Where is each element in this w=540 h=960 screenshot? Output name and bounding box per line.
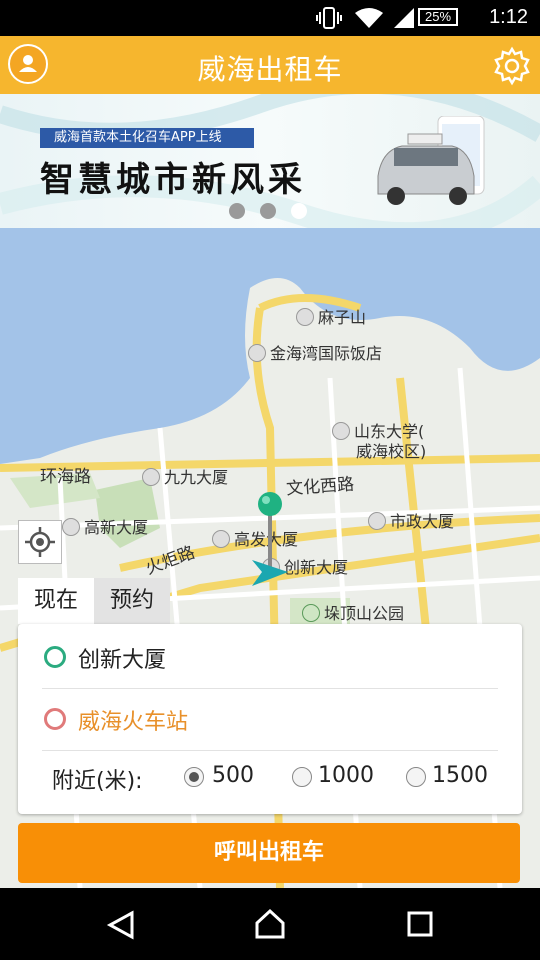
tab-reserve[interactable]: 预约 [94,578,170,624]
poi-icon [212,530,230,548]
battery-indicator: 25% [418,8,458,26]
taxi-car-illustration [377,116,485,205]
tab-now[interactable]: 现在 [18,578,94,624]
carousel-dot-2[interactable] [260,203,276,219]
road-label: 环海路 [40,467,91,487]
map-place-label: 九九大厦 [142,464,228,488]
radius-500-label[interactable]: 500 [212,763,254,788]
destination-row[interactable]: 威海火车站 [42,688,498,751]
poi-icon [368,512,386,530]
poi-icon [332,422,350,440]
radius-1000-label[interactable]: 1000 [318,763,374,788]
map-place-label: 垛顶山公园 [302,600,404,624]
map-place-label: 高新大厦 [62,514,148,538]
trip-panel: 创新大厦 威海火车站 附近(米): 500 1000 1500 [18,624,522,814]
destination-marker-icon [44,708,66,730]
banner-tagline: 威海首款本土化召车APP上线 [40,128,254,148]
origin-marker-icon [44,646,66,668]
page-title: 威海出租车 [197,53,343,86]
poi-icon [296,308,314,326]
radius-1000-radio[interactable] [292,767,312,787]
ride-time-tabs: 现在 预约 [18,578,170,624]
radius-label: 附近(米): [52,769,143,794]
vibrate-icon [316,6,342,34]
map-place-label: 市政大厦 [368,508,454,532]
back-icon[interactable] [106,910,136,940]
recents-icon[interactable] [406,910,434,938]
origin-row[interactable]: 创新大厦 [42,626,498,689]
clock: 1:12 [489,6,528,28]
carousel-dot-1[interactable] [229,203,245,219]
home-icon[interactable] [254,908,286,940]
radius-row: 附近(米): 500 1000 1500 [42,756,498,806]
status-bar: 25% 1:12 [0,0,540,36]
promo-banner[interactable]: 威海首款本土化召车APP上线 智慧城市新风采 [0,94,540,229]
signal-icon [392,6,416,34]
origin-field[interactable]: 创新大厦 [78,642,166,674]
crosshair-icon [25,527,55,557]
carousel-dot-3-active[interactable] [291,203,307,219]
radius-1500-label[interactable]: 1500 [432,763,488,788]
app-header: 威海出租车 [0,36,540,94]
system-nav-bar [0,888,540,960]
direction-arrow-icon [252,560,288,586]
map-place-label: 金海湾国际饭店 [248,340,382,364]
radius-1500-radio[interactable] [406,767,426,787]
locate-me-button[interactable] [18,520,62,564]
destination-field[interactable]: 威海火车站 [78,704,188,736]
poi-icon [248,344,266,362]
wifi-icon [354,6,384,34]
poi-icon [142,468,160,486]
map-place-label: 高发大厦 [212,526,298,550]
radius-500-radio[interactable] [184,767,204,787]
settings-button[interactable] [492,46,532,86]
banner-slogan: 智慧城市新风采 [40,160,306,200]
road-label: 文化西路 [285,474,355,500]
park-icon [302,604,320,622]
call-taxi-button[interactable]: 呼叫出租车 [18,823,520,883]
map-place-label: 麻子山 [296,304,366,328]
gear-icon [494,46,530,86]
map-place-label: 威海校区) [356,442,427,461]
poi-icon [62,518,80,536]
